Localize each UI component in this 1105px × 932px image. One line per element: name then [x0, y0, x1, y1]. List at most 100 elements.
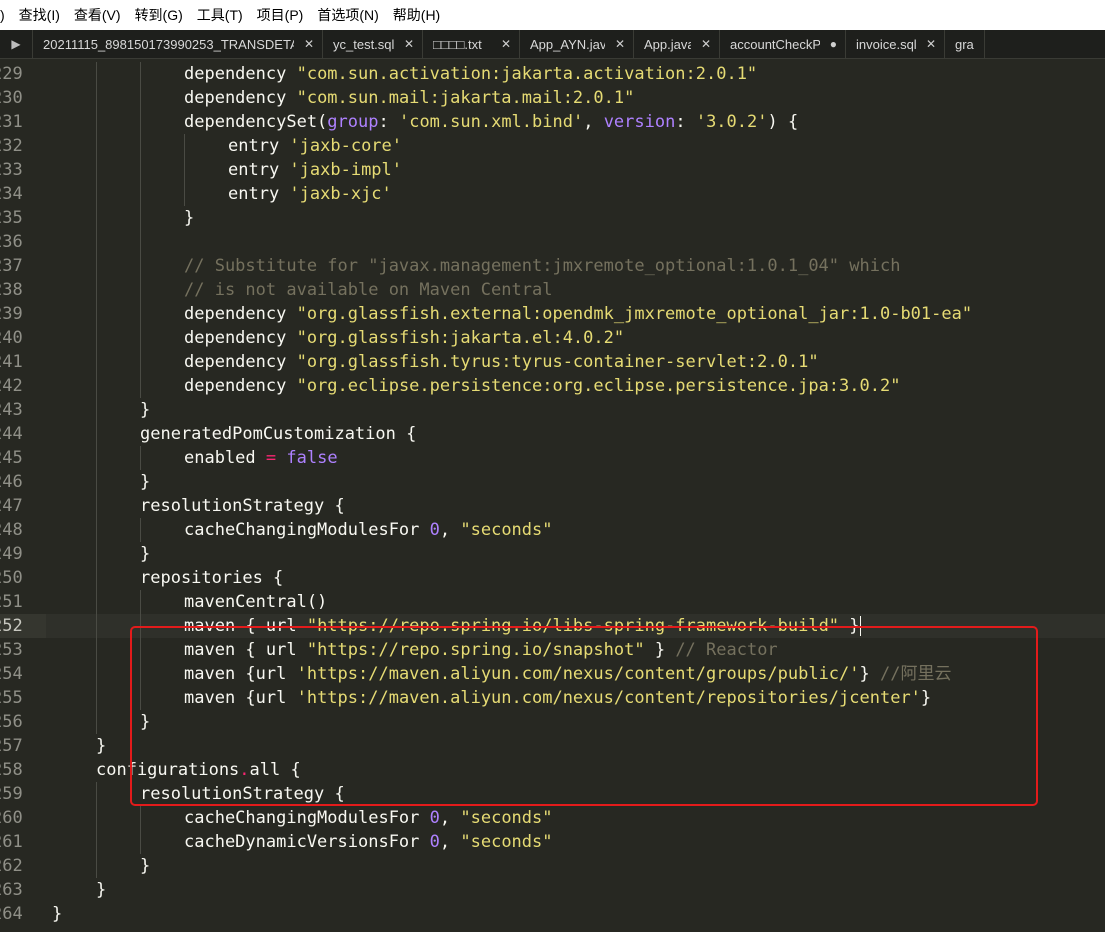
menu-item[interactable]: 帮助(H) [386, 5, 447, 25]
code-line[interactable]: configurations.all { [46, 758, 1105, 782]
indent-guide [96, 278, 97, 302]
code-line[interactable]: cacheDynamicVersionsFor 0, "seconds" [46, 830, 1105, 854]
tab-scroll-left-icon[interactable]: ▶ [0, 30, 33, 58]
code-line[interactable]: } [46, 542, 1105, 566]
code-line[interactable]: } [46, 470, 1105, 494]
line-number: 264 [0, 904, 23, 924]
code-editor[interactable]: 229 230 231 232 233 234 235 236 237 238 239 240 241 2… [0, 59, 1105, 932]
code-line[interactable]: } [46, 902, 1105, 926]
editor-tab[interactable]: □□□□.txt ✕ [423, 30, 520, 58]
indent-guide [140, 326, 141, 350]
code-line[interactable]: } [46, 734, 1105, 758]
code-token: "seconds" [460, 808, 553, 828]
close-tab-icon[interactable]: ✕ [615, 37, 625, 51]
indent-guide [140, 446, 141, 470]
code-line[interactable]: dependencySet(group: 'com.sun.xml.bind',… [46, 110, 1105, 134]
menu-item[interactable]: 工具(T) [190, 5, 250, 25]
editor-tab[interactable]: App_AYN.java ✕ [520, 30, 634, 58]
close-tab-icon[interactable]: ✕ [501, 37, 511, 51]
code-line[interactable]: entry 'jaxb-impl' [46, 158, 1105, 182]
code-line[interactable]: } [46, 206, 1105, 230]
code-token: } [920, 688, 932, 708]
menu-item[interactable]: ) [0, 7, 12, 23]
code-line[interactable]: enabled = false [46, 446, 1105, 470]
code-line[interactable]: dependency "com.sun.mail:jakarta.mail:2.… [46, 86, 1105, 110]
code-token: 'com.sun.xml.bind' [398, 112, 584, 132]
line-number: 250 [0, 568, 23, 588]
indent-guide [140, 662, 141, 686]
code-line[interactable]: dependency "com.sun.activation:jakarta.a… [46, 62, 1105, 86]
code-line[interactable]: mavenCentral() [46, 590, 1105, 614]
line-number: 248 [0, 520, 23, 540]
code-line[interactable]: } [46, 854, 1105, 878]
line-number: 259 [0, 784, 23, 804]
code-line[interactable]: } [46, 398, 1105, 422]
code-token: // Substitute for "javax.management:jmxr… [184, 256, 901, 276]
code-token: dependency [184, 328, 297, 348]
indent-guide [96, 62, 97, 86]
close-tab-icon[interactable]: ✕ [926, 37, 936, 51]
code-line[interactable]: dependency "org.eclipse.persistence:org.… [46, 374, 1105, 398]
close-tab-icon[interactable]: ✕ [404, 37, 414, 51]
indent-guide [96, 782, 97, 806]
indent-guide [140, 230, 141, 254]
indent-guide [96, 134, 97, 158]
unsaved-dot-icon[interactable]: ● [830, 37, 837, 51]
indent-guide [184, 182, 185, 206]
close-tab-icon[interactable]: ✕ [304, 37, 314, 51]
code-token: 0 [429, 808, 440, 828]
code-line[interactable]: dependency "org.glassfish.external:opend… [46, 302, 1105, 326]
tab-label: App.java [644, 36, 691, 52]
code-line[interactable]: repositories { [46, 566, 1105, 590]
line-number: 247 [0, 496, 23, 516]
editor-tab[interactable]: gra [945, 30, 985, 58]
line-number: 260 [0, 808, 23, 828]
indent-guide [96, 590, 97, 614]
code-line[interactable]: dependency "org.glassfish.tyrus:tyrus-co… [46, 350, 1105, 374]
code-token: : [378, 112, 399, 132]
code-line[interactable]: cacheChangingModulesFor 0, "seconds" [46, 518, 1105, 542]
editor-tab[interactable]: 20211115_898150173990253_TRANSDETAIL.txt… [33, 30, 323, 58]
indent-guide [140, 590, 141, 614]
editor-tab[interactable]: accountCheckPrint.vue ● [720, 30, 846, 58]
code-line[interactable]: } [46, 878, 1105, 902]
editor-tab[interactable]: invoice.sql ✕ [846, 30, 945, 58]
code-line[interactable]: generatedPomCustomization { [46, 422, 1105, 446]
line-number: 254 [0, 664, 23, 684]
code-line[interactable]: resolutionStrategy { [46, 782, 1105, 806]
menu-item[interactable]: 项目(P) [250, 5, 311, 25]
menu-item[interactable]: 查看(V) [67, 5, 128, 25]
code-token: // Reactor [675, 640, 778, 660]
code-line[interactable]: maven { url "https://repo.spring.io/snap… [46, 638, 1105, 662]
line-number: 238 [0, 280, 23, 300]
code-line[interactable]: dependency "org.glassfish:jakarta.el:4.0… [46, 326, 1105, 350]
code-token: "org.eclipse.persistence:org.eclipse.per… [296, 376, 901, 396]
menu-item[interactable]: 转到(G) [128, 5, 190, 25]
close-tab-icon[interactable]: ✕ [701, 37, 711, 51]
code-line[interactable]: cacheChangingModulesFor 0, "seconds" [46, 806, 1105, 830]
code-line[interactable]: } [46, 710, 1105, 734]
menu-item[interactable]: 查找(I) [12, 5, 67, 25]
code-token: } [140, 544, 151, 564]
code-line[interactable]: resolutionStrategy { [46, 494, 1105, 518]
code-token: configurations [96, 760, 240, 780]
code-token: } [140, 472, 151, 492]
line-number: 237 [0, 256, 23, 276]
indent-guide [96, 422, 97, 446]
menu-item[interactable]: 首选项(N) [310, 5, 385, 25]
line-number: 230 [0, 88, 23, 108]
editor-tab[interactable]: yc_test.sql ✕ [323, 30, 423, 58]
line-number: 249 [0, 544, 23, 564]
code-line[interactable]: maven { url "https://repo.spring.io/libs… [46, 614, 1105, 638]
code-line[interactable]: maven {url 'https://maven.aliyun.com/nex… [46, 662, 1105, 686]
code-line[interactable]: entry 'jaxb-xjc' [46, 182, 1105, 206]
code-area[interactable]: dependency "com.sun.activation:jakarta.a… [46, 62, 1105, 926]
line-number: 258 [0, 760, 23, 780]
code-line[interactable] [46, 230, 1105, 254]
code-token: entry [228, 136, 290, 156]
code-line[interactable]: // Substitute for "javax.management:jmxr… [46, 254, 1105, 278]
editor-tab[interactable]: App.java ✕ [634, 30, 720, 58]
code-line[interactable]: maven {url 'https://maven.aliyun.com/nex… [46, 686, 1105, 710]
code-line[interactable]: // is not available on Maven Central [46, 278, 1105, 302]
code-line[interactable]: entry 'jaxb-core' [46, 134, 1105, 158]
